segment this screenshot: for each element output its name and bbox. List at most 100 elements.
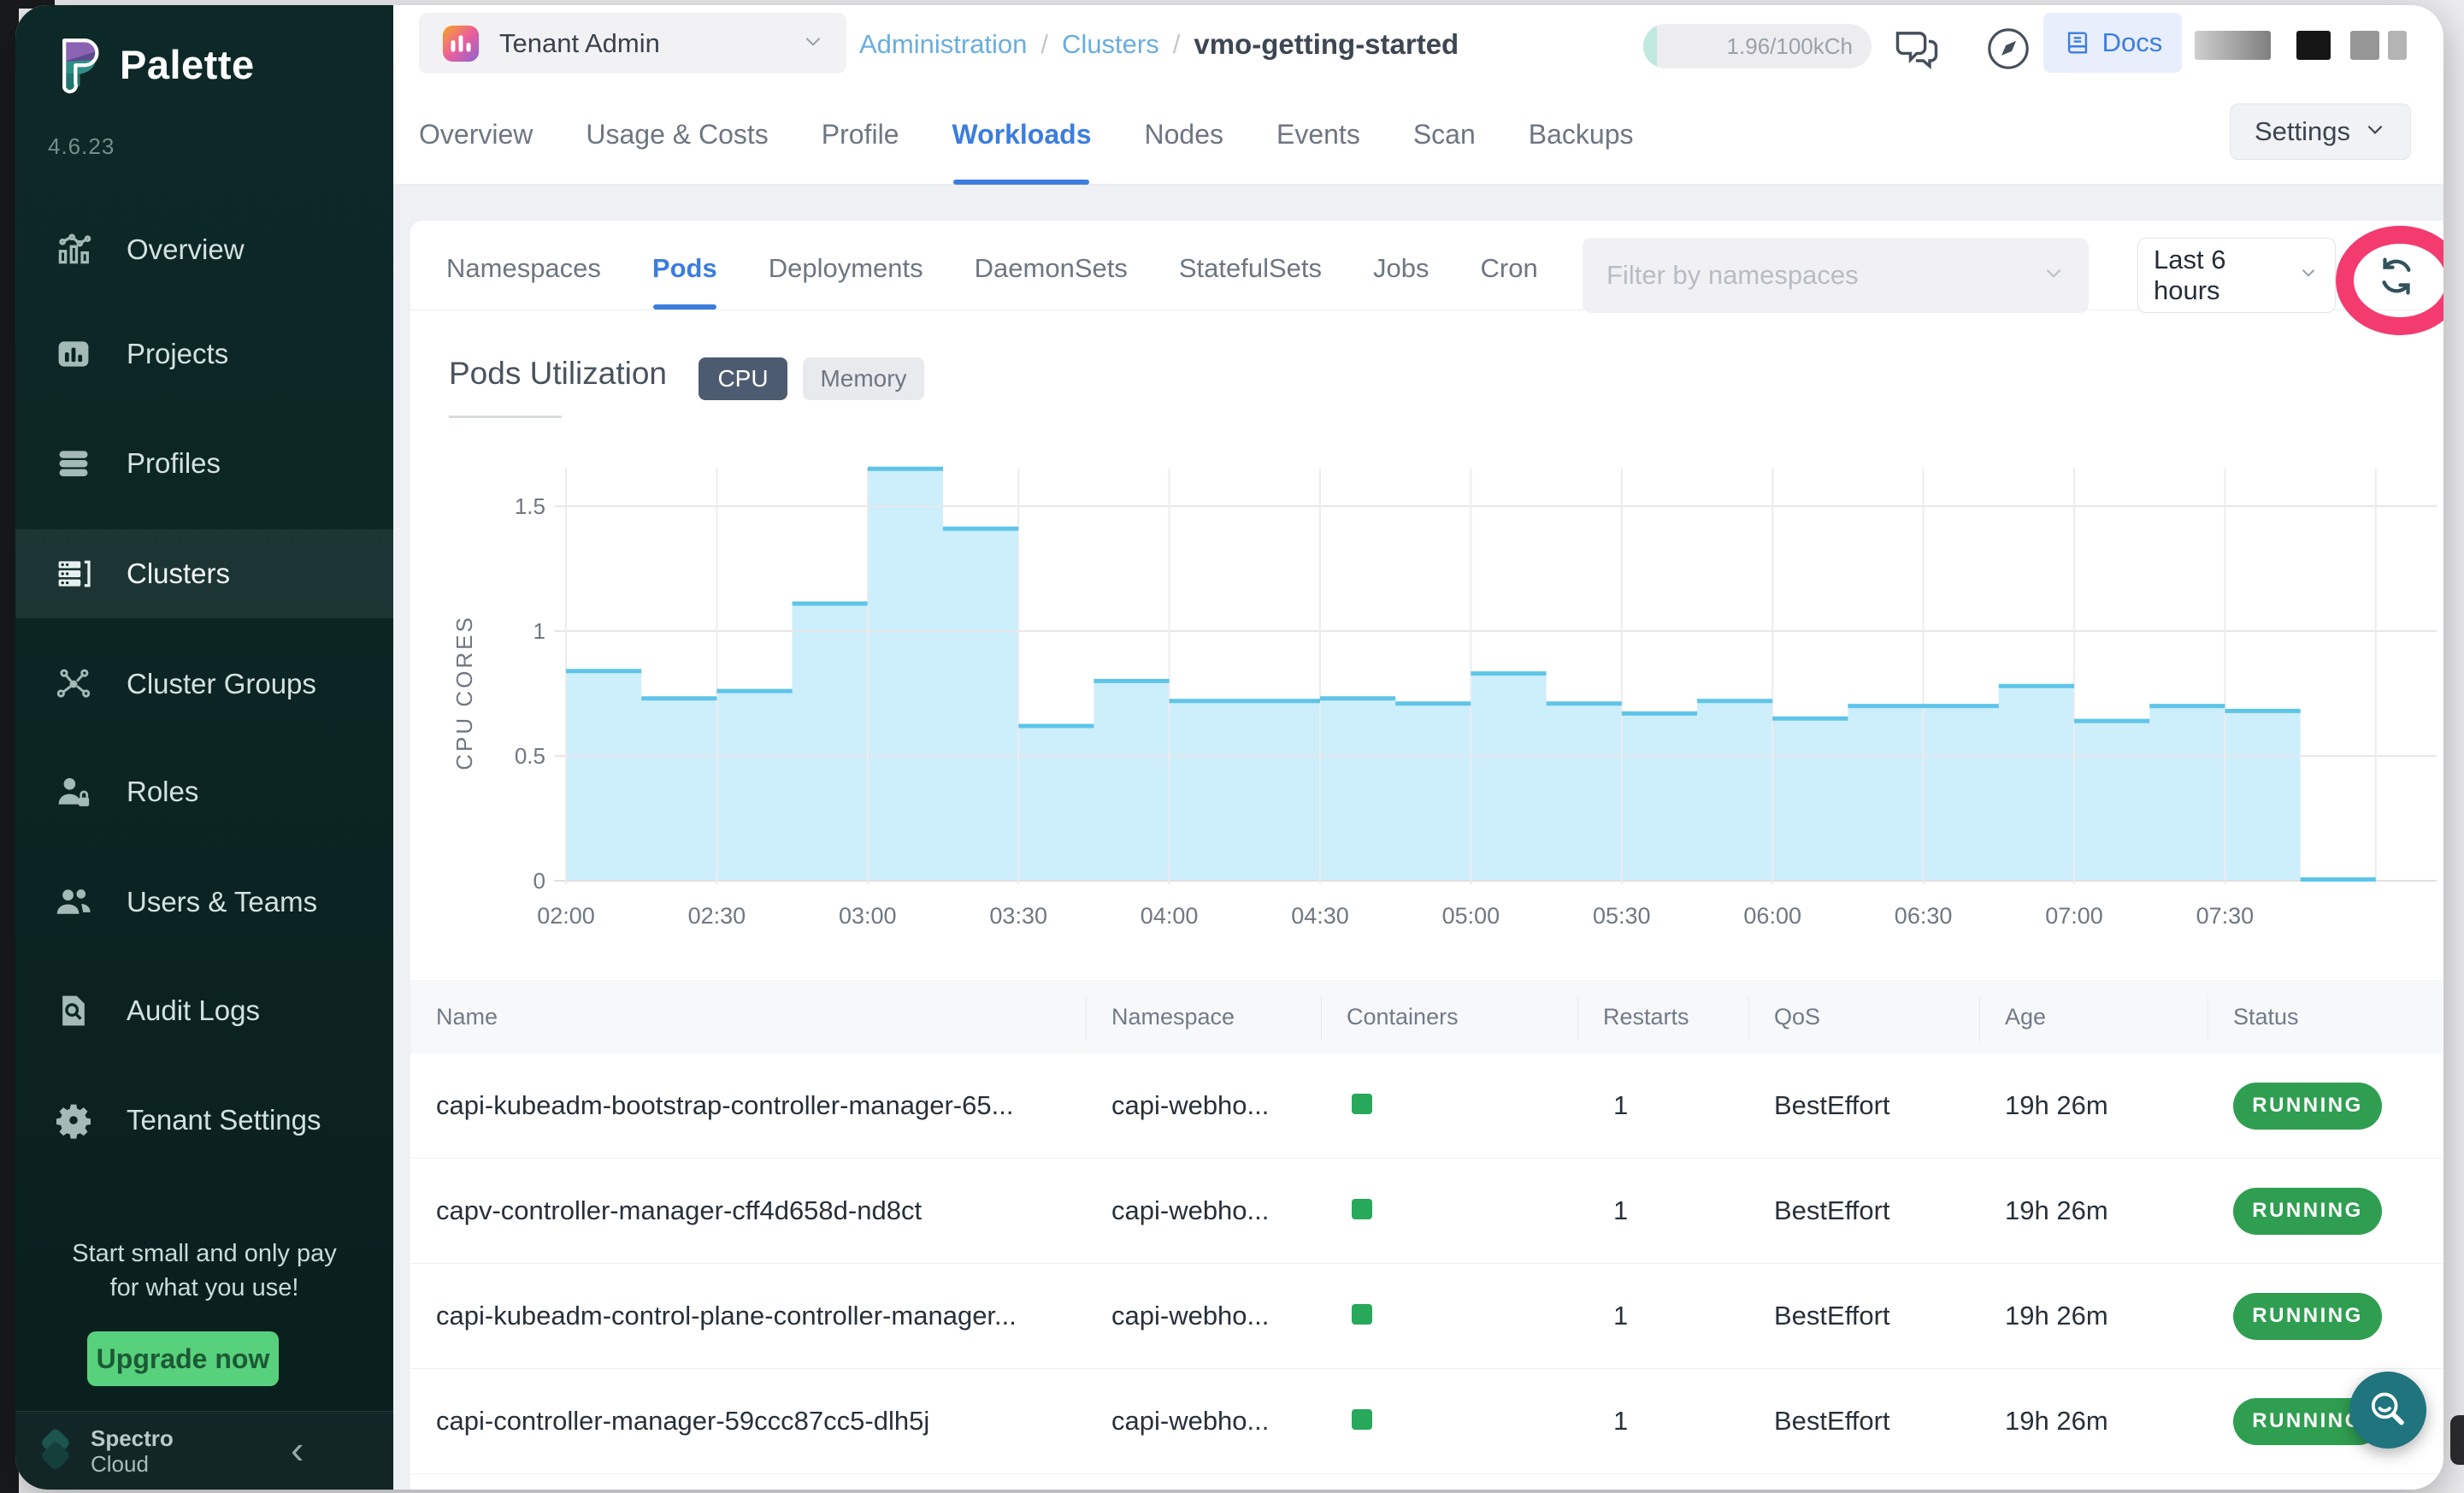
sidebar-item-tenant-settings[interactable]: Tenant Settings — [15, 1076, 393, 1165]
tab-profile[interactable]: Profile — [822, 98, 899, 185]
table-row[interactable]: capi-kubeadm-...capi-webho...1BestEffort… — [410, 1474, 2443, 1490]
cell-name: capi-kubeadm-bootstrap-controller-manage… — [410, 1090, 1111, 1121]
svg-text:04:30: 04:30 — [1291, 903, 1349, 929]
subtab-daemonsets[interactable]: DaemonSets — [975, 229, 1128, 310]
users-teams-icon — [55, 883, 92, 921]
breadcrumb-link-clusters[interactable]: Clusters — [1062, 29, 1159, 60]
table-row[interactable]: capv-controller-manager-cff4d658d-nd8ctc… — [410, 1159, 2443, 1264]
tab-overview[interactable]: Overview — [419, 98, 533, 185]
redacted-block — [2296, 31, 2331, 60]
subtab-deployments[interactable]: Deployments — [769, 229, 923, 310]
subtab-namespaces[interactable]: Namespaces — [446, 229, 601, 310]
promo-line-1: Start small and only pay — [15, 1236, 393, 1271]
upgrade-now-button[interactable]: Upgrade now — [87, 1331, 279, 1386]
docs-label: Docs — [2102, 27, 2163, 58]
namespace-filter-input[interactable]: Filter by namespaces — [1583, 238, 2089, 313]
tab-usage-costs[interactable]: Usage & Costs — [586, 98, 768, 185]
cell-qos: BestEffort — [1774, 1301, 2005, 1331]
sidebar-item-label: Profiles — [127, 447, 221, 480]
cluster-groups-network-icon — [55, 665, 92, 703]
sidebar-item-cluster-groups[interactable]: Cluster Groups — [15, 640, 393, 729]
cell-name: capv-controller-manager-cff4d658d-nd8ct — [410, 1195, 1111, 1226]
cell-qos: BestEffort — [1774, 1090, 2005, 1121]
docs-button[interactable]: Docs — [2043, 13, 2182, 73]
svg-text:03:00: 03:00 — [839, 903, 897, 929]
sidebar: Palette 4.6.23 Overview Projects Profiles C… — [15, 5, 393, 1490]
tenant-selector-label: Tenant Admin — [499, 28, 660, 59]
svg-text:02:30: 02:30 — [688, 903, 746, 929]
app-version: 4.6.23 — [48, 133, 115, 160]
compass-icon[interactable] — [1985, 26, 2031, 72]
profiles-layers-icon — [55, 445, 92, 482]
breadcrumb-link-administration[interactable]: Administration — [859, 29, 1027, 60]
sidebar-item-users-teams[interactable]: Users & Teams — [15, 858, 393, 947]
status-badge: RUNNING — [2233, 1293, 2382, 1340]
sidebar-footer: Spectro Cloud ‹ — [15, 1411, 393, 1490]
table-header: NameNamespaceContainersRestartsQoSAgeSta… — [410, 980, 2443, 1053]
support-chat-widget[interactable] — [2349, 1372, 2426, 1449]
app-window: Palette 4.6.23 Overview Projects Profiles C… — [15, 5, 2443, 1490]
refresh-button[interactable] — [2373, 253, 2420, 299]
sidebar-item-audit-logs[interactable]: Audit Logs — [15, 966, 393, 1055]
column-header-containers: Containers — [1347, 1004, 1603, 1030]
svg-text:07:30: 07:30 — [2196, 903, 2255, 929]
container-status-square — [1352, 1409, 1372, 1430]
tab-scan[interactable]: Scan — [1413, 98, 1476, 185]
cell-namespace: capi-webho... — [1111, 1406, 1347, 1437]
promo-line-2: for what you use! — [15, 1271, 393, 1305]
tab-nodes[interactable]: Nodes — [1144, 98, 1223, 185]
cpu-toggle-button[interactable]: CPU — [699, 357, 787, 400]
tenant-scope-selector[interactable]: Tenant Admin — [419, 13, 846, 74]
sidebar-item-overview[interactable]: Overview — [15, 205, 393, 294]
table-row[interactable]: capi-kubeadm-control-plane-controller-ma… — [410, 1264, 2443, 1369]
status-badge: RUNNING — [2233, 1188, 2382, 1235]
svg-text:CPU CORES: CPU CORES — [451, 615, 477, 770]
subtab-statefulsets[interactable]: StatefulSets — [1179, 229, 1322, 310]
audit-logs-doc-search-icon — [55, 992, 92, 1030]
subtab-pods[interactable]: Pods — [652, 229, 717, 310]
sidebar-item-projects[interactable]: Projects — [15, 310, 393, 398]
svg-text:05:00: 05:00 — [1442, 903, 1500, 929]
workloads-card: Namespaces Pods Deployments DaemonSets State… — [410, 221, 2443, 1490]
brand-name: Palette — [120, 41, 255, 88]
sidebar-item-roles[interactable]: Roles — [15, 747, 393, 836]
footer-brand-line2: Cloud — [91, 1451, 149, 1477]
container-status-square — [1352, 1094, 1372, 1114]
cell-status: RUNNING — [2233, 1293, 2443, 1340]
chevron-down-icon — [2043, 260, 2065, 291]
tab-backups[interactable]: Backups — [1529, 98, 1634, 185]
tab-workloads[interactable]: Workloads — [952, 98, 1091, 185]
background-edge-shape — [2450, 1415, 2464, 1465]
refresh-icon — [2373, 253, 2420, 299]
column-header-name: Name — [410, 1004, 1111, 1030]
cell-age: 19h 26m — [2005, 1090, 2233, 1121]
cell-qos: BestEffort — [1774, 1406, 2005, 1437]
clusters-rack-icon — [55, 555, 92, 593]
chart-title-rule — [449, 416, 562, 418]
table-row[interactable]: capi-controller-manager-59ccc87cc5-dlh5j… — [410, 1369, 2443, 1474]
sidebar-item-profiles[interactable]: Profiles — [15, 419, 393, 508]
settings-button[interactable]: Settings — [2230, 103, 2411, 160]
time-range-select[interactable]: Last 6 hours — [2137, 238, 2336, 313]
memory-toggle-button[interactable]: Memory — [803, 357, 924, 400]
subtab-jobs[interactable]: Jobs — [1373, 229, 1429, 310]
breadcrumb-separator: / — [1173, 29, 1181, 60]
sidebar-item-clusters[interactable]: Clusters — [15, 529, 393, 618]
svg-text:03:30: 03:30 — [989, 903, 1047, 929]
chevron-down-icon — [2297, 260, 2320, 291]
cluster-tab-bar: Overview Usage & Costs Profile Workloads Nod… — [419, 98, 1633, 185]
tenant-admin-icon — [441, 24, 480, 63]
footer-brand-line1: Spectro — [91, 1425, 174, 1451]
svg-text:06:30: 06:30 — [1895, 903, 1953, 929]
namespace-filter-placeholder: Filter by namespaces — [1606, 260, 1859, 291]
sidebar-item-label: Clusters — [127, 558, 230, 590]
screenshot-root: Palette 4.6.23 Overview Projects Profiles C… — [0, 0, 2464, 1493]
tab-events[interactable]: Events — [1276, 98, 1360, 185]
table-row[interactable]: capi-kubeadm-bootstrap-controller-manage… — [410, 1053, 2443, 1159]
redacted-user-info — [2195, 31, 2407, 60]
svg-text:02:00: 02:00 — [537, 903, 595, 929]
chat-bubbles-icon[interactable] — [1891, 22, 1942, 74]
column-header-age: Age — [2005, 1004, 2233, 1030]
subtab-cron[interactable]: Cron — [1481, 229, 1538, 310]
sidebar-collapse-chevron-icon[interactable]: ‹ — [291, 1424, 304, 1475]
